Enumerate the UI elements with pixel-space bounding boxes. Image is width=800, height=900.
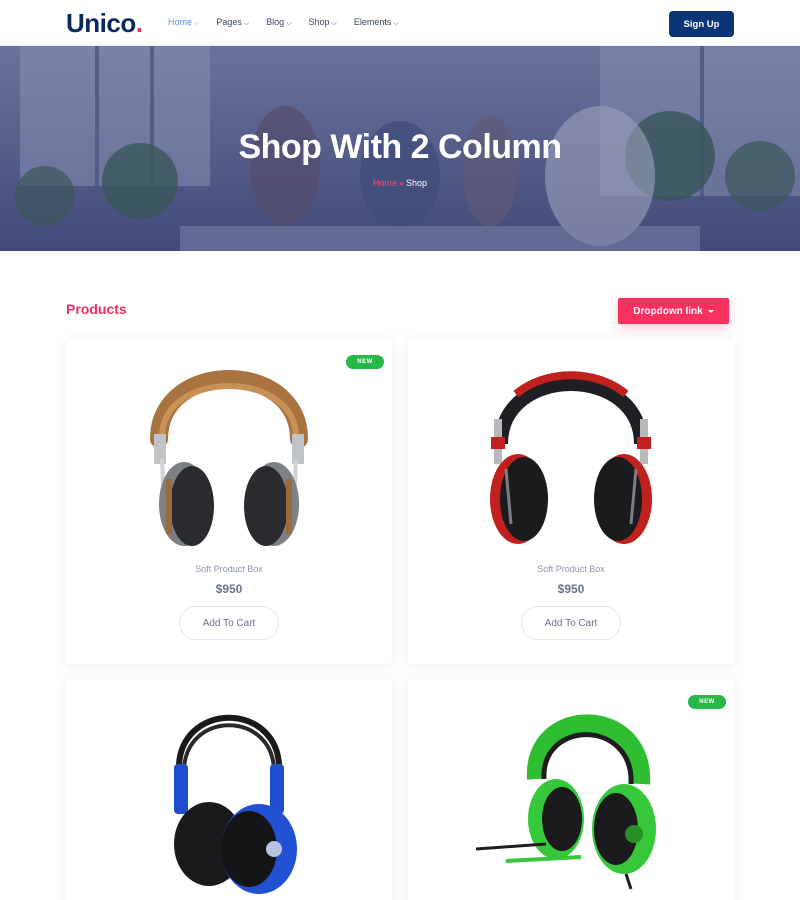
product-card[interactable]: Soft Product Box $950 Add To Cart (408, 339, 734, 664)
breadcrumb-home-link[interactable]: Home (373, 178, 397, 188)
headset-image (476, 714, 656, 890)
breadcrumb-current: Shop (406, 178, 428, 188)
dropdown-label: Dropdown link (633, 305, 703, 317)
product-name: Soft Product Box (195, 564, 263, 574)
headphones-image (174, 714, 297, 894)
headphones-image (490, 371, 652, 544)
nav-pages[interactable]: Pages ⌵ (216, 17, 249, 28)
section-title: Products (66, 301, 127, 317)
breadcrumb: Home» Shop (0, 178, 800, 188)
product-card[interactable] (66, 679, 392, 900)
nav-blog[interactable]: Blog ⌵ (266, 17, 291, 28)
product-price: $950 (557, 582, 585, 596)
page-title: Shop With 2 Column (238, 128, 562, 166)
breadcrumb-separator: » (398, 178, 404, 188)
product-price: $950 (215, 582, 243, 596)
chevron-down-icon: ⌵ (286, 20, 292, 27)
logo-text: Unico (66, 8, 136, 38)
new-badge: NEW (688, 695, 726, 709)
chevron-down-icon: ⌵ (393, 20, 399, 27)
product-card[interactable]: NEW Soft Product Box $950 Add To Cart (66, 339, 392, 664)
chevron-down-icon: ⌵ (243, 20, 250, 27)
main-nav: Home ⌵ Pages ⌵ Blog ⌵ Shop ⌵ Elements ⌵ (168, 17, 399, 28)
nav-elements[interactable]: Elements ⌵ (354, 17, 399, 28)
site-header: Unico. Home ⌵ Pages ⌵ Blog ⌵ Shop ⌵ Elements… (0, 0, 800, 46)
logo[interactable]: Unico. (66, 8, 143, 39)
add-to-cart-button[interactable]: Add To Cart (179, 606, 279, 640)
chevron-down-icon: ⌵ (331, 20, 337, 27)
product-card[interactable]: NEW (408, 679, 734, 900)
logo-dot: . (135, 8, 143, 38)
hero-banner: Shop With 2 Column Home» Shop (0, 46, 800, 251)
nav-home[interactable]: Home ⌵ (168, 17, 199, 28)
caret-down-icon (707, 309, 714, 313)
chevron-down-icon: ⌵ (194, 20, 200, 27)
product-name: Soft Product Box (537, 564, 605, 574)
headphones-image (150, 370, 308, 546)
new-badge: NEW (346, 355, 384, 369)
nav-shop[interactable]: Shop ⌵ (309, 17, 337, 28)
sign-up-button[interactable]: Sign Up (669, 11, 734, 37)
add-to-cart-button[interactable]: Add To Cart (521, 606, 621, 640)
dropdown-button[interactable]: Dropdown link (618, 298, 729, 324)
